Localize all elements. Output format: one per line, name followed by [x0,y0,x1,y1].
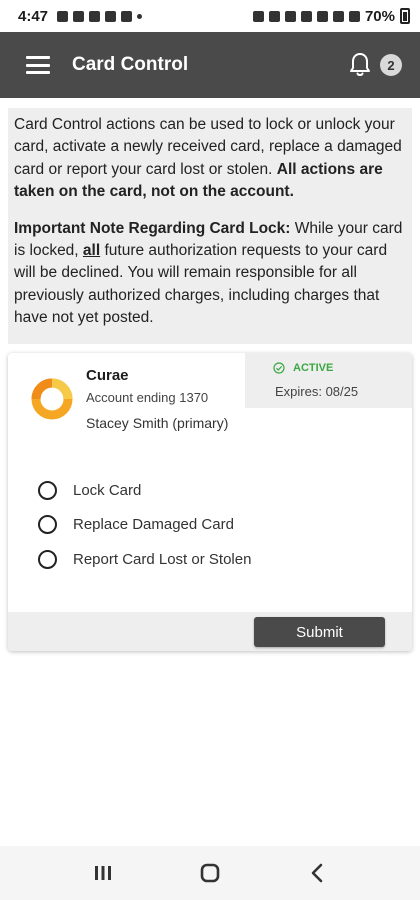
back-icon [311,863,322,883]
card-account: Account ending 1370 [86,390,209,405]
card-name: Curae [86,367,129,384]
card-expiry: Expires: 08/25 [275,384,359,399]
recent-apps-button[interactable] [83,853,123,893]
option-label: Lock Card [73,481,142,499]
bluetooth-icon [300,10,312,22]
mute-icon [316,10,328,22]
lock-note-emphasis: all [82,242,101,260]
back-button[interactable] [297,853,337,893]
nfc-icon [268,10,280,22]
lock-note-heading: Important Note Regarding Card Lock: [14,219,291,237]
radio-button[interactable] [38,515,57,535]
notification-count-badge: 2 [380,54,402,76]
card-status-box: ACTIVE Expires: 08/25 [245,353,412,408]
card-logo-icon [31,378,73,420]
status-time: 4:47 [18,7,49,25]
app-bar: Card Control 2 [0,32,420,98]
check-circle-icon [273,362,285,374]
hamburger-menu-icon[interactable] [26,56,50,74]
record-icon [252,10,264,22]
battery-icon [400,8,410,24]
radio-button[interactable] [38,480,57,500]
card-panel: Curae Account ending 1370 Stacey Smith (… [8,353,412,651]
status-bar: 4:47 70% [0,0,420,32]
page-title: Card Control [72,54,189,75]
lock-note-paragraph: Important Note Regarding Card Lock: Whil… [14,218,406,330]
status-bar-right: 70% [252,7,410,25]
home-icon [200,863,220,883]
mail-icon [89,10,101,22]
battery-percent: 70% [364,7,395,25]
signal-icon [348,10,360,22]
notifications[interactable]: 2 [348,52,402,78]
radio-button[interactable] [38,549,57,569]
info-paragraph: Card Control actions can be used to lock… [14,114,406,204]
card-holder: Stacey Smith (primary) [86,415,229,431]
info-panel: Card Control actions can be used to lock… [8,108,412,344]
recent-apps-icon [95,866,112,880]
option-report-lost-stolen[interactable]: Report Card Lost or Stolen [38,542,251,577]
dot-icon [137,13,143,19]
option-label: Replace Damaged Card [73,516,234,534]
image-icon [121,10,133,22]
status-bar-left: 4:47 [18,7,143,25]
bell-icon[interactable] [348,52,372,78]
card-status: ACTIVE [273,362,333,374]
option-label: Report Card Lost or Stolen [73,550,252,568]
status-badge: ACTIVE [293,362,334,374]
notification-icon [73,10,85,22]
submit-button[interactable]: Submit [254,617,385,647]
home-button[interactable] [190,853,230,893]
notification-icon [105,10,117,22]
wifi-icon [332,10,344,22]
notification-icon [57,10,69,22]
submit-bar: Submit [8,612,412,651]
option-replace-damaged-card[interactable]: Replace Damaged Card [38,508,251,543]
option-lock-card[interactable]: Lock Card [38,473,251,508]
card-action-options: Lock Card Replace Damaged Card Report Ca… [38,473,251,577]
system-nav-bar [0,846,420,900]
alarm-icon [284,10,296,22]
